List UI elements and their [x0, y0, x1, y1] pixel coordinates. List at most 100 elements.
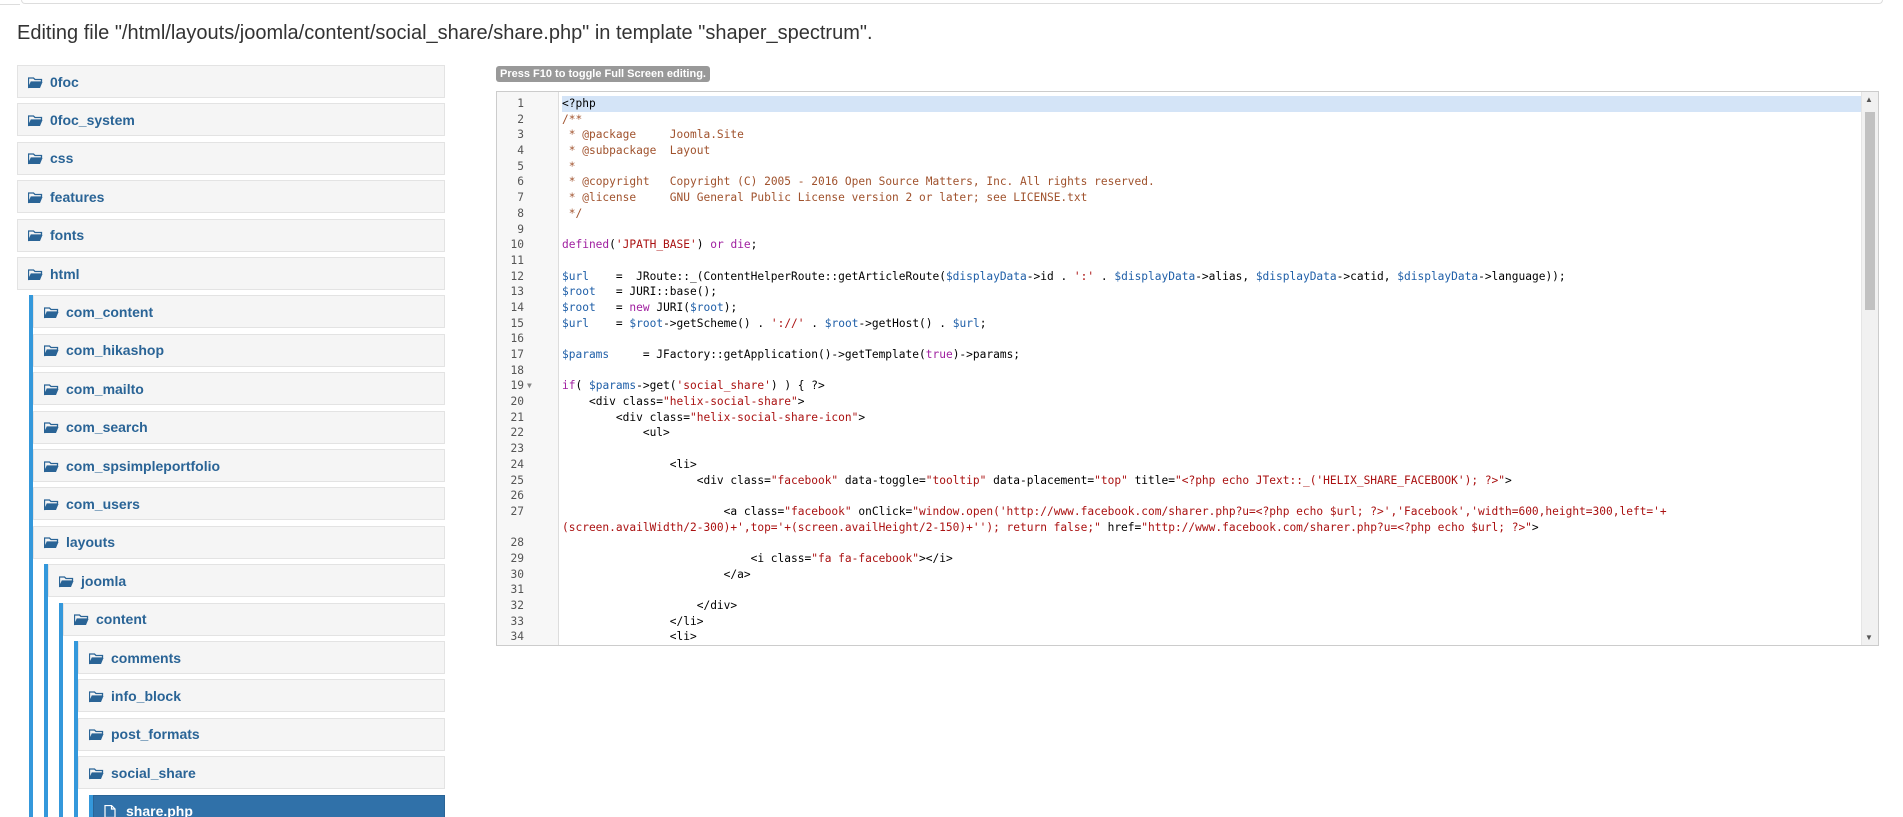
scrollbar-thumb[interactable] — [1865, 112, 1875, 310]
tree-item-label: features — [50, 188, 105, 205]
code-text[interactable]: <li> — [562, 629, 1862, 645]
fold-arrow-icon[interactable]: ▼ — [527, 378, 532, 394]
code-line[interactable]: 2 /** — [497, 112, 1862, 128]
code-text[interactable]: <ul> — [562, 425, 1862, 441]
code-line[interactable]: 17 $params = JFactory::getApplication()->… — [497, 347, 1862, 363]
code-line[interactable]: 30 </a> — [497, 567, 1862, 583]
code-line[interactable]: 26 — [497, 488, 1862, 504]
code-line[interactable]: 28 — [497, 535, 1862, 551]
line-number: 5 — [517, 159, 524, 173]
code-text[interactable]: </li> — [562, 614, 1862, 630]
code-line[interactable]: 7 * @license GNU General Public License … — [497, 190, 1862, 206]
editor-scrollbar[interactable]: ▲ ▼ — [1861, 92, 1878, 645]
tree-item-label: info_block — [111, 687, 182, 704]
folder-open-icon — [27, 76, 44, 88]
code-line[interactable]: 15 $url = $root->getScheme() . '://' . $r… — [497, 316, 1862, 332]
code-line[interactable]: 34 <li> — [497, 629, 1862, 645]
tree-folder-item[interactable]: social_share — [78, 756, 445, 790]
tree-folder-item[interactable]: 0foc_system — [17, 103, 445, 137]
code-line[interactable]: 33 </li> — [497, 614, 1862, 630]
code-line[interactable]: 24 <li> — [497, 457, 1862, 473]
code-text[interactable]: <div class="helix-social-share-icon"> — [562, 410, 1862, 426]
tree-item-label: com_hikashop — [66, 342, 165, 359]
folder-open-icon — [27, 268, 44, 280]
tree-folder-item[interactable]: css — [17, 141, 445, 175]
code-editor[interactable]: 1 <?php 2/** 3 * @package Joomla.Site 4 * @s… — [496, 91, 1879, 646]
code-line[interactable]: 23 — [497, 441, 1862, 457]
code-text[interactable]: <div class="facebook" data-toggle="toolt… — [562, 473, 1862, 489]
code-text[interactable]: <div class="helix-social-share"> — [562, 394, 1862, 410]
code-text[interactable]: $root = JURI::base(); — [562, 284, 1862, 300]
tree-folder-item[interactable]: post_formats — [78, 717, 445, 751]
code-line[interactable]: 16 — [497, 331, 1862, 347]
code-line[interactable]: 13 $root = JURI::base(); — [497, 284, 1862, 300]
code-text[interactable]: * @subpackage Layout — [562, 143, 1862, 159]
code-line[interactable]: 3 * @package Joomla.Site — [497, 127, 1862, 143]
scroll-up-arrow-icon[interactable]: ▲ — [1865, 95, 1873, 104]
code-line[interactable]: 25 <div class="facebook" data-toggle="to… — [497, 473, 1862, 489]
code-line[interactable]: 22 <ul> — [497, 425, 1862, 441]
tree-file-selected[interactable]: share.php — [93, 794, 445, 817]
code-line[interactable]: 4 * @subpackage Layout — [497, 143, 1862, 159]
code-line[interactable]: 32 </div> — [497, 598, 1862, 614]
code-line[interactable]: 19 ▼ if( $params->get('social_share') ) { … — [497, 378, 1862, 394]
tree-folder-item[interactable]: content — [63, 602, 445, 636]
tree-item-label: social_share — [111, 764, 196, 781]
tree-folder-item[interactable]: html — [17, 257, 445, 290]
code-text[interactable]: <li> — [562, 457, 1862, 473]
code-line[interactable]: 1 <?php — [497, 96, 1862, 112]
code-line[interactable]: 12 $url = JRoute::_(ContentHelperRoute::g… — [497, 269, 1862, 285]
code-line[interactable]: 8 */ — [497, 206, 1862, 222]
code-text[interactable]: <?php — [562, 96, 1862, 112]
code-line[interactable]: 9 — [497, 222, 1862, 238]
tree-folder-item[interactable]: info_block — [78, 679, 445, 713]
code-text[interactable]: <i class="fa fa-facebook"></i> — [562, 551, 1862, 567]
tree-folder-item[interactable]: fonts — [17, 218, 445, 252]
code-text[interactable]: </a> — [562, 567, 1862, 583]
tab-strip-left — [0, 0, 20, 5]
code-line[interactable]: 21 <div class="helix-social-share-icon"> — [497, 410, 1862, 426]
code-line[interactable]: 20 <div class="helix-social-share"> — [497, 394, 1862, 410]
code-text[interactable]: * @license GNU General Public License ve… — [562, 190, 1862, 206]
code-text[interactable]: /** — [562, 112, 1862, 128]
tab-strip-body — [21, 0, 1883, 4]
code-text[interactable]: $params = JFactory::getApplication()->ge… — [562, 347, 1862, 363]
tree-folder-item[interactable]: com_users — [33, 487, 445, 521]
code-text[interactable]: $root = new JURI($root); — [562, 300, 1862, 316]
code-text[interactable]: * — [562, 159, 1862, 175]
code-text[interactable]: if( $params->get('social_share') ) { ?> — [562, 378, 1862, 394]
line-number: 11 — [510, 253, 524, 267]
code-line[interactable]: 31 — [497, 582, 1862, 598]
code-line[interactable]: 5 * — [497, 159, 1862, 175]
tree-folder-item[interactable]: comments — [78, 641, 445, 674]
tree-folder-item[interactable]: com_mailto — [33, 372, 445, 406]
tree-folder-item[interactable]: features — [17, 180, 445, 214]
code-lines[interactable]: 1 <?php 2/** 3 * @package Joomla.Site 4 * @s… — [497, 96, 1862, 645]
tree-folder-item[interactable]: com_spsimpleportfolio — [33, 449, 445, 482]
code-line[interactable]: 10 defined('JPATH_BASE') or die; — [497, 237, 1862, 253]
tree-folder-item[interactable]: 0foc — [17, 65, 445, 98]
code-text[interactable]: * @copyright Copyright (C) 2005 - 2016 O… — [562, 174, 1862, 190]
scroll-down-arrow-icon[interactable]: ▼ — [1865, 633, 1873, 642]
tree-folder-item[interactable]: joomla — [48, 564, 445, 598]
tree-folder-item[interactable]: com_hikashop — [33, 333, 445, 367]
tree-folder-item[interactable]: com_content — [33, 295, 445, 329]
code-line[interactable]: 14 $root = new JURI($root); — [497, 300, 1862, 316]
code-text[interactable]: </div> — [562, 598, 1862, 614]
file-icon — [104, 804, 120, 817]
code-text[interactable]: * @package Joomla.Site — [562, 127, 1862, 143]
code-text[interactable]: <a class="facebook" onClick="window.open… — [562, 504, 1862, 535]
code-text[interactable]: $url = JRoute::_(ContentHelperRoute::get… — [562, 269, 1862, 285]
code-line[interactable]: 11 — [497, 253, 1862, 269]
code-line[interactable]: 27 <a class="facebook" onClick="window.o… — [497, 504, 1862, 535]
code-text[interactable]: $url = $root->getScheme() . '://' . $roo… — [562, 316, 1862, 332]
folder-open-icon — [43, 498, 60, 511]
code-line[interactable]: 6 * @copyright Copyright (C) 2005 - 2016… — [497, 174, 1862, 190]
tree-folder-item[interactable]: layouts — [33, 525, 445, 559]
tree-folder-item[interactable]: com_search — [33, 410, 445, 444]
code-line[interactable]: 29 <i class="fa fa-facebook"></i> — [497, 551, 1862, 567]
code-text[interactable]: */ — [562, 206, 1862, 222]
folder-open-icon — [88, 690, 105, 703]
code-line[interactable]: 18 — [497, 363, 1862, 379]
code-text[interactable]: defined('JPATH_BASE') or die; — [562, 237, 1862, 253]
